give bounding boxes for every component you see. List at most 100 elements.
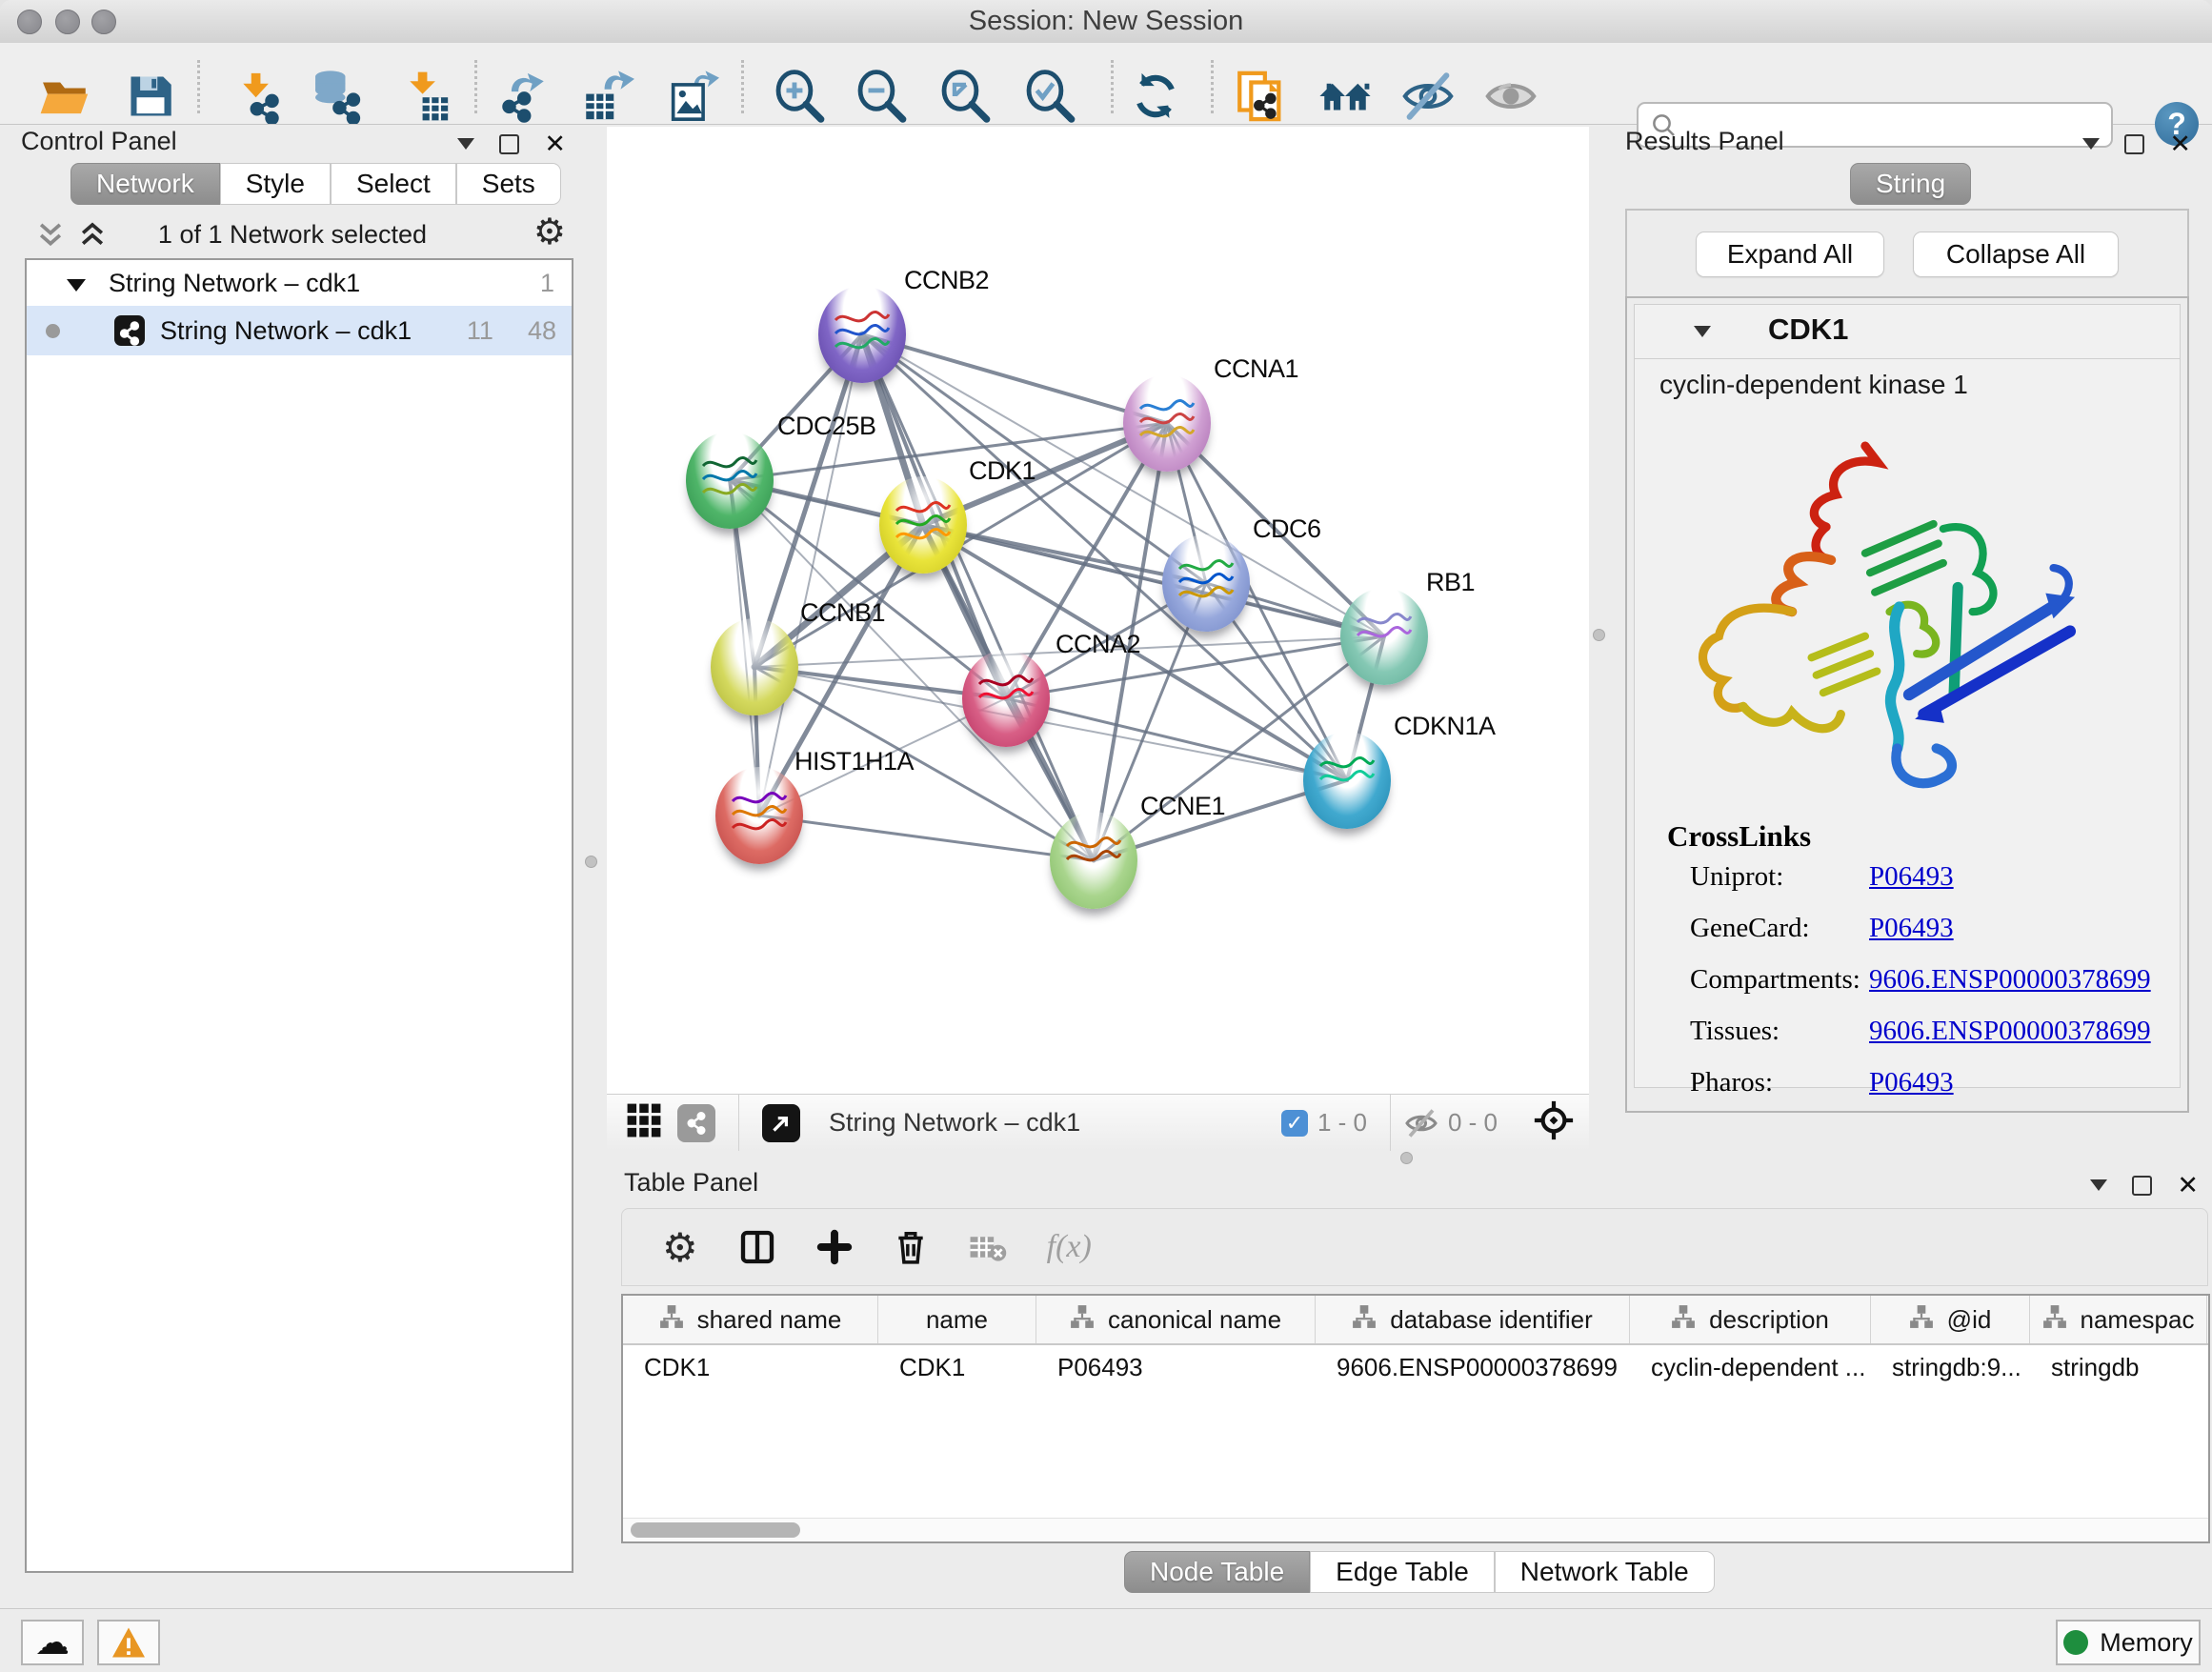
tab-network-table[interactable]: Network Table bbox=[1495, 1551, 1715, 1593]
panel-collapse-icon[interactable] bbox=[457, 138, 474, 150]
selected-checkbox-icon[interactable]: ✓ bbox=[1281, 1110, 1308, 1137]
network-collection-row[interactable]: String Network – cdk1 1 bbox=[27, 260, 572, 306]
table-row[interactable]: CDK1CDK1P064939606.ENSP00000378699cyclin… bbox=[623, 1345, 2208, 1389]
left-splitter-handle[interactable] bbox=[585, 856, 597, 868]
edge-CCNB2-CCNA1[interactable] bbox=[862, 334, 1167, 423]
refresh-button[interactable] bbox=[1128, 69, 1183, 124]
table-cell[interactable]: CDK1 bbox=[878, 1345, 1036, 1389]
table-cell[interactable]: stringdb bbox=[2030, 1345, 2207, 1389]
column-header-description[interactable]: description bbox=[1630, 1296, 1871, 1343]
network-status-dot bbox=[46, 324, 60, 338]
panel-close-icon[interactable]: ✕ bbox=[2169, 136, 2191, 152]
zoom-selected-button[interactable] bbox=[1023, 69, 1078, 124]
node-CCNE1[interactable] bbox=[1050, 812, 1137, 909]
cloud-button[interactable]: ☁ bbox=[21, 1620, 84, 1665]
table-cell[interactable]: 9606.ENSP00000378699 bbox=[1316, 1345, 1630, 1389]
tab-network[interactable]: Network bbox=[70, 163, 220, 205]
column-header-canonical-name[interactable]: canonical name bbox=[1036, 1296, 1316, 1343]
panel-float-icon[interactable] bbox=[2124, 134, 2144, 154]
column-header-namespac[interactable]: namespac bbox=[2030, 1296, 2207, 1343]
table-cell[interactable]: cyclin-dependent ... bbox=[1630, 1345, 1871, 1389]
tab-edge-table[interactable]: Edge Table bbox=[1310, 1551, 1495, 1593]
edge-HIST1H1A-CCNE1[interactable] bbox=[759, 816, 1094, 860]
tab-node-table[interactable]: Node Table bbox=[1124, 1551, 1310, 1593]
crosslink-link[interactable]: P06493 bbox=[1869, 1067, 1954, 1098]
clone-network-button[interactable] bbox=[1233, 69, 1288, 124]
hidden-eye-icon[interactable] bbox=[1404, 1106, 1438, 1140]
hide-selected-button[interactable] bbox=[1400, 69, 1456, 124]
open-session-button[interactable] bbox=[37, 69, 92, 124]
node-CCNB2[interactable] bbox=[818, 286, 906, 383]
warnings-button[interactable] bbox=[97, 1620, 160, 1665]
collapse-all-button[interactable]: Collapse All bbox=[1913, 232, 2119, 277]
column-header-shared-name[interactable]: shared name bbox=[623, 1296, 878, 1343]
node-CDKN1A[interactable] bbox=[1303, 732, 1391, 829]
edge-CCNB2-HIST1H1A[interactable] bbox=[759, 334, 862, 816]
crosslink-link[interactable]: 9606.ENSP00000378699 bbox=[1869, 964, 2151, 996]
edge-CCNB2-CCNE1[interactable] bbox=[862, 334, 1094, 860]
column-header-database-identifier[interactable]: database identifier bbox=[1316, 1296, 1630, 1343]
collapse-all-icon[interactable] bbox=[36, 220, 65, 251]
panel-float-icon[interactable] bbox=[499, 134, 519, 154]
zoom-out-button[interactable] bbox=[855, 69, 910, 124]
first-neighbors-button[interactable] bbox=[1317, 69, 1373, 124]
tab-string[interactable]: String bbox=[1850, 163, 1971, 205]
save-session-button[interactable] bbox=[123, 69, 178, 124]
horizontal-splitter-handle[interactable] bbox=[1400, 1152, 1413, 1164]
open-in-window-icon[interactable] bbox=[762, 1104, 800, 1142]
grid-view-icon[interactable] bbox=[626, 1102, 662, 1143]
table-settings-gear-icon[interactable]: ⚙ bbox=[662, 1224, 698, 1271]
export-image-button[interactable] bbox=[664, 69, 719, 124]
show-columns-icon[interactable] bbox=[738, 1228, 776, 1266]
add-column-icon[interactable] bbox=[816, 1229, 853, 1265]
zoom-fit-button[interactable] bbox=[938, 69, 994, 124]
node-HIST1H1A[interactable] bbox=[715, 767, 803, 864]
panel-collapse-icon[interactable] bbox=[2090, 1179, 2107, 1191]
birds-eye-view-icon[interactable] bbox=[1534, 1100, 1574, 1145]
crosslink-link[interactable]: P06493 bbox=[1869, 913, 1954, 944]
table-cell[interactable]: stringdb:9... bbox=[1871, 1345, 2030, 1389]
memory-button[interactable]: Memory bbox=[2056, 1620, 2201, 1665]
table-cell[interactable]: P06493 bbox=[1036, 1345, 1316, 1389]
function-builder-icon[interactable]: f(x) bbox=[1047, 1229, 1092, 1265]
network-row[interactable]: String Network – cdk1 1148 bbox=[27, 306, 572, 355]
export-network-button[interactable] bbox=[495, 69, 551, 124]
import-network-from-database-button[interactable] bbox=[310, 69, 365, 124]
import-network-from-file-button[interactable] bbox=[231, 69, 286, 124]
table-cell[interactable]: CDK1 bbox=[623, 1345, 878, 1389]
network-badge-icon[interactable] bbox=[677, 1104, 715, 1142]
panel-close-icon[interactable]: ✕ bbox=[2177, 1178, 2199, 1194]
import-table-from-file-button[interactable] bbox=[397, 69, 452, 124]
node-CCNB1[interactable] bbox=[711, 618, 798, 715]
node-CDC25B[interactable] bbox=[686, 432, 774, 529]
column-header-@id[interactable]: @id bbox=[1871, 1296, 2030, 1343]
crosslink-link[interactable]: P06493 bbox=[1869, 861, 1954, 893]
scrollbar-thumb[interactable] bbox=[631, 1522, 800, 1538]
entry-collapse-icon[interactable] bbox=[1694, 326, 1711, 337]
tab-sets[interactable]: Sets bbox=[456, 163, 561, 205]
tab-style[interactable]: Style bbox=[220, 163, 331, 205]
show-all-button[interactable] bbox=[1483, 69, 1538, 124]
network-options-gear-icon[interactable]: ⚙ bbox=[533, 214, 566, 251]
node-RB1[interactable] bbox=[1340, 588, 1428, 685]
delete-column-trash-icon[interactable] bbox=[893, 1229, 929, 1265]
delete-table-icon[interactable] bbox=[969, 1228, 1007, 1266]
table-horizontal-scrollbar[interactable] bbox=[623, 1518, 2208, 1541]
panel-collapse-icon[interactable] bbox=[2082, 138, 2100, 150]
protein-entry-header[interactable]: CDK1 bbox=[1635, 305, 2180, 359]
collection-expand-icon[interactable] bbox=[67, 279, 86, 292]
expand-all-button[interactable]: Expand All bbox=[1696, 232, 1884, 277]
node-CCNA1[interactable] bbox=[1123, 374, 1211, 472]
network-canvas[interactable]: CCNB2CCNA1CDC25BCDK1CDC6RB1CCNB1CCNA2CDK… bbox=[607, 127, 1589, 1094]
right-splitter-handle[interactable] bbox=[1593, 629, 1605, 641]
node-CDK1[interactable] bbox=[879, 476, 967, 574]
node-CCNA2[interactable] bbox=[962, 650, 1050, 747]
zoom-in-button[interactable] bbox=[773, 69, 828, 124]
column-header-name[interactable]: name bbox=[878, 1296, 1036, 1343]
panel-float-icon[interactable] bbox=[2132, 1176, 2152, 1196]
tab-select[interactable]: Select bbox=[331, 163, 456, 205]
crosslink-link[interactable]: 9606.ENSP00000378699 bbox=[1869, 1016, 2151, 1047]
node-CDC6[interactable] bbox=[1162, 534, 1250, 632]
panel-close-icon[interactable]: ✕ bbox=[544, 136, 566, 152]
export-table-button[interactable] bbox=[579, 69, 634, 124]
